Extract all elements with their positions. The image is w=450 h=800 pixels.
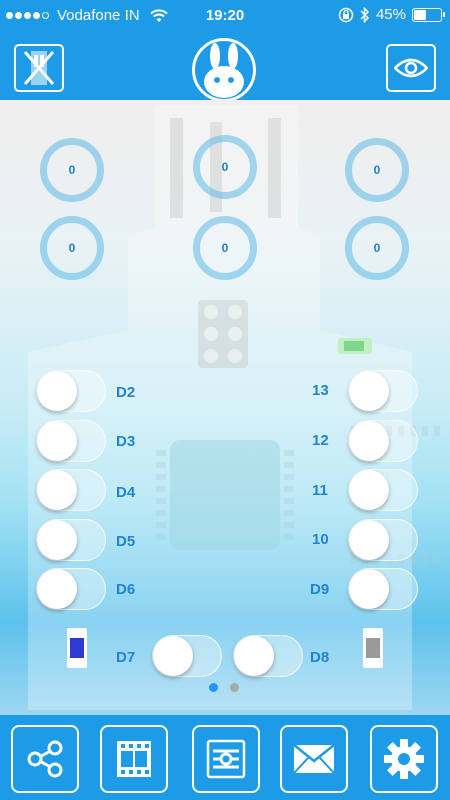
toggle-d7[interactable] — [152, 635, 222, 677]
toggle-d6[interactable] — [36, 568, 106, 610]
pin-label-d7: D7 — [116, 649, 136, 666]
board-panel: 0 0 0 0 0 0 D2 D3 D4 D5 D6 13 12 11 10 D… — [0, 100, 450, 715]
knob-value: 0 — [68, 163, 76, 177]
analog-knob-5[interactable]: 0 — [193, 216, 257, 280]
knob-value: 0 — [221, 241, 229, 255]
knob-value: 0 — [373, 241, 381, 255]
mail-icon — [293, 744, 335, 774]
toggle-d3[interactable] — [36, 420, 106, 462]
view-toggle-button[interactable] — [386, 44, 436, 92]
pin-label-d3: D3 — [116, 433, 136, 450]
pin-label-d6: D6 — [116, 581, 136, 598]
toggle-13[interactable] — [348, 370, 418, 412]
analog-knob-3[interactable]: 0 — [345, 138, 409, 202]
pin-label-12: 12 — [312, 432, 329, 449]
battery-icon — [412, 7, 445, 22]
film-icon — [117, 741, 151, 777]
bluetooth-icon — [360, 6, 370, 23]
analog-knob-6[interactable]: 0 — [345, 216, 409, 280]
toggle-thumb — [153, 636, 193, 676]
header — [0, 30, 450, 102]
toggle-thumb — [349, 421, 389, 461]
controls-button[interactable] — [192, 725, 260, 793]
toggle-thumb — [37, 569, 77, 609]
page-dot-1[interactable] — [209, 683, 218, 692]
status-right: 45% — [338, 6, 445, 23]
toggle-thumb — [37, 421, 77, 461]
analog-knob-4[interactable]: 0 — [40, 216, 104, 280]
bunny-logo-icon — [204, 43, 244, 98]
page-dot-2[interactable] — [230, 683, 239, 692]
analog-knob-1[interactable]: 0 — [40, 138, 104, 202]
toggle-d5[interactable] — [36, 519, 106, 561]
pin-label-10: 10 — [312, 531, 329, 548]
pin-label-d5: D5 — [116, 533, 136, 550]
toggle-thumb — [37, 520, 77, 560]
toggle-10[interactable] — [348, 519, 418, 561]
toggle-d8[interactable] — [233, 635, 303, 677]
toggle-thumb — [37, 371, 77, 411]
toggle-thumb — [349, 569, 389, 609]
knob-value: 0 — [373, 163, 381, 177]
knob-value: 0 — [68, 241, 76, 255]
toggle-thumb — [37, 470, 77, 510]
eye-icon — [394, 58, 428, 78]
rotation-lock-icon — [338, 7, 354, 22]
pin-label-d4: D4 — [116, 484, 136, 501]
settings-button[interactable] — [370, 725, 438, 793]
page-indicator[interactable] — [209, 683, 239, 692]
toggle-thumb — [349, 520, 389, 560]
pin-label-d9: D9 — [310, 581, 330, 598]
toggle-11[interactable] — [348, 469, 418, 511]
toggle-d2[interactable] — [36, 370, 106, 412]
knob-value: 0 — [221, 160, 229, 174]
pin-label-11: 11 — [312, 482, 328, 499]
film-button[interactable] — [100, 725, 168, 793]
mail-button[interactable] — [280, 725, 348, 793]
share-icon — [27, 740, 63, 778]
toggle-thumb — [234, 636, 274, 676]
toggle-d4[interactable] — [36, 469, 106, 511]
toggle-thumb — [349, 470, 389, 510]
disconnected-device-icon — [23, 51, 55, 85]
battery-percent: 45% — [375, 6, 406, 23]
disconnect-button[interactable] — [14, 44, 64, 92]
gear-icon — [384, 739, 424, 779]
pin-label-d8: D8 — [310, 649, 330, 666]
pin-label-13: 13 — [312, 382, 329, 399]
toggle-d9[interactable] — [348, 568, 418, 610]
bunny-logo — [192, 38, 256, 102]
toggle-thumb — [349, 371, 389, 411]
settings-sliders-icon — [206, 739, 246, 779]
toggle-12[interactable] — [348, 420, 418, 462]
analog-knob-2[interactable]: 0 — [193, 135, 257, 199]
status-bar: Vodafone IN 19:20 45% — [0, 0, 450, 30]
share-button[interactable] — [11, 725, 79, 793]
bottom-toolbar — [0, 715, 450, 800]
pin-label-d2: D2 — [116, 384, 136, 401]
